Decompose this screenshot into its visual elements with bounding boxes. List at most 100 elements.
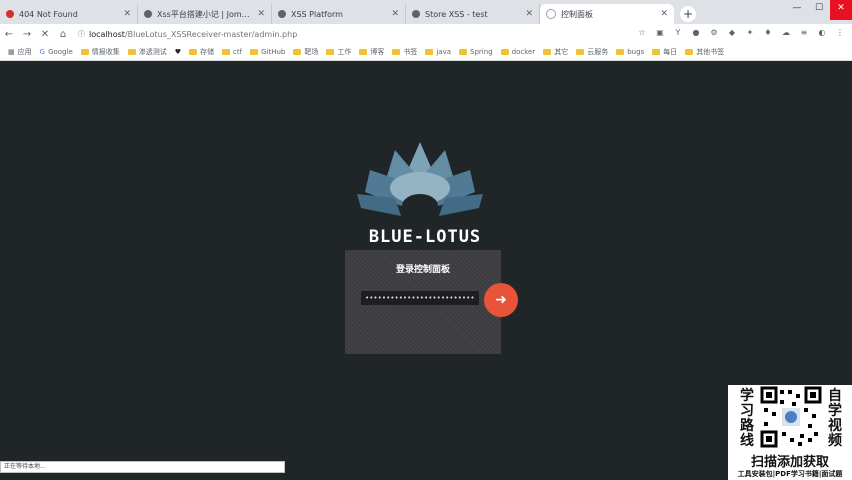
bookmark-item[interactable]: ♥: [175, 48, 181, 56]
bookmark-folder[interactable]: 每日: [652, 47, 677, 57]
minimize-icon[interactable]: —: [786, 0, 808, 20]
bookmark-folder[interactable]: ctf: [222, 48, 242, 56]
address-toolbar: ← → ✕ ⌂ ⓘ localhost/BlueLotus_XSSReceive…: [0, 24, 852, 44]
login-submit-button[interactable]: ➜: [484, 283, 518, 317]
extension-icon[interactable]: ◆: [726, 27, 738, 39]
tab-title: Store XSS - test: [425, 9, 488, 19]
home-icon[interactable]: ⌂: [54, 29, 72, 40]
bookmark-folder[interactable]: 靶场: [293, 47, 318, 57]
browser-tab-active[interactable]: 控制面板 ✕: [540, 4, 674, 24]
extension-icon[interactable]: ▣: [654, 27, 666, 39]
extension-icon[interactable]: Y: [672, 27, 684, 39]
status-bar: 正在等待本地...: [0, 461, 285, 473]
bookmark-label: Google: [48, 48, 73, 56]
bookmark-folder[interactable]: bugs: [616, 48, 644, 56]
extension-icon[interactable]: ●: [690, 27, 702, 39]
page-favicon-icon: [412, 10, 420, 18]
folder-icon: [576, 49, 585, 55]
bookmark-label: 博客: [370, 48, 385, 56]
brand-title: BLUE-LOTUS: [368, 227, 482, 247]
password-input[interactable]: [361, 291, 479, 305]
bookmark-folder[interactable]: docker: [500, 48, 536, 56]
promo-left-text: 学习路线: [740, 388, 754, 449]
bookmark-label: 工作: [337, 48, 352, 56]
page-favicon-icon: [144, 10, 152, 18]
folder-icon: [425, 49, 434, 55]
browser-tab[interactable]: Xss平台搭建小记 | Jomask's Blo ✕: [138, 4, 272, 24]
bookmark-other-folder[interactable]: 其他书签: [685, 47, 724, 57]
info-icon[interactable]: ⓘ: [78, 29, 85, 39]
login-panel: 登录控制面板 ➜: [345, 250, 518, 354]
folder-icon: [222, 49, 231, 55]
window-close-icon[interactable]: ✕: [830, 0, 852, 20]
bookmark-label: ctf: [233, 48, 243, 56]
browser-tab[interactable]: 404 Not Found ✕: [0, 4, 138, 24]
close-icon[interactable]: ✕: [123, 9, 131, 19]
bookmark-apps[interactable]: ▦ 应用: [8, 47, 32, 57]
folder-icon: [359, 49, 368, 55]
bookmark-label: Spring: [470, 48, 493, 56]
bookmark-folder[interactable]: 渗透测试: [127, 47, 167, 57]
url-path: /BlueLotus_XSSReceiver-master/admin.php: [124, 29, 298, 39]
bookmark-folder[interactable]: 存储: [189, 47, 214, 57]
folder-icon: [500, 49, 509, 55]
bookmark-folder[interactable]: 情报收集: [80, 47, 120, 57]
bookmark-label: GitHub: [261, 48, 286, 56]
close-icon[interactable]: ✕: [391, 9, 399, 19]
bookmark-label: 云服务: [587, 48, 609, 56]
extension-icons: ☆ ▣ Y ● ⚙ ◆ ✦ ♦ ☁ ≡ ◐ ⋮: [636, 27, 846, 39]
folder-icon: [685, 49, 694, 55]
menu-dots-icon[interactable]: ⋮: [834, 27, 846, 39]
bookmark-label: docker: [511, 48, 536, 56]
star-icon[interactable]: ☆: [636, 27, 648, 39]
promo-overlay: 学习路线 自学视频 扫描添加获取 工具安装包|PDF学习书籍|面试题: [728, 385, 852, 480]
folder-icon: [250, 49, 259, 55]
new-tab-button[interactable]: +: [680, 6, 696, 22]
bookmark-folder[interactable]: 云服务: [576, 47, 608, 57]
bookmark-label: 其它: [554, 48, 569, 56]
bookmark-folder[interactable]: GitHub: [250, 48, 285, 56]
close-icon[interactable]: ✕: [257, 9, 265, 19]
bookmark-label: 渗透测试: [138, 48, 167, 56]
extension-icon[interactable]: ☁: [780, 27, 792, 39]
close-icon[interactable]: ✕: [660, 9, 668, 19]
extension-icon[interactable]: ♦: [762, 27, 774, 39]
bookmark-folder[interactable]: 书签: [392, 47, 417, 57]
window-controls: — ☐ ✕: [786, 0, 852, 20]
folder-icon: [459, 49, 468, 55]
extension-icon[interactable]: ✦: [744, 27, 756, 39]
bookmark-folder[interactable]: 其它: [543, 47, 568, 57]
folder-icon: [543, 49, 552, 55]
arrow-right-icon: ➜: [495, 292, 507, 308]
folder-icon: [652, 49, 661, 55]
browser-tab-bar: 404 Not Found ✕ Xss平台搭建小记 | Jomask's Blo…: [0, 0, 852, 24]
maximize-icon[interactable]: ☐: [808, 0, 830, 20]
forward-arrow-icon[interactable]: →: [18, 29, 36, 40]
folder-icon: [293, 49, 302, 55]
bookmark-folder[interactable]: java: [425, 48, 451, 56]
bookmark-folder[interactable]: Spring: [459, 48, 493, 56]
url-host: localhost: [89, 29, 125, 39]
promo-right-text: 自学视频: [828, 388, 842, 449]
bookmark-label: bugs: [627, 48, 645, 56]
bookmark-label: 靶场: [304, 48, 319, 56]
browser-tab[interactable]: XSS Platform ✕: [272, 4, 406, 24]
tab-title: XSS Platform: [291, 9, 343, 19]
folder-icon: [80, 49, 89, 55]
tab-title: 控制面板: [561, 9, 593, 19]
back-arrow-icon[interactable]: ←: [0, 29, 18, 40]
extension-icon[interactable]: ◐: [816, 27, 828, 39]
bookmark-item[interactable]: G Google: [40, 48, 73, 56]
extension-icon[interactable]: ⚙: [708, 27, 720, 39]
bookmark-folder[interactable]: 博客: [359, 47, 384, 57]
tab-title: Xss平台搭建小记 | Jomask's Blo: [157, 9, 253, 19]
stop-loading-icon[interactable]: ✕: [36, 29, 54, 40]
address-bar[interactable]: ⓘ localhost/BlueLotus_XSSReceiver-master…: [78, 27, 598, 41]
bookmark-folder[interactable]: 工作: [326, 47, 351, 57]
qr-code-icon: [760, 386, 822, 448]
heart-icon: ♥: [174, 48, 182, 56]
extension-icon[interactable]: ≡: [798, 27, 810, 39]
close-icon[interactable]: ✕: [525, 9, 533, 19]
browser-tab[interactable]: Store XSS - test ✕: [406, 4, 540, 24]
bookmark-label: 书签: [403, 48, 418, 56]
